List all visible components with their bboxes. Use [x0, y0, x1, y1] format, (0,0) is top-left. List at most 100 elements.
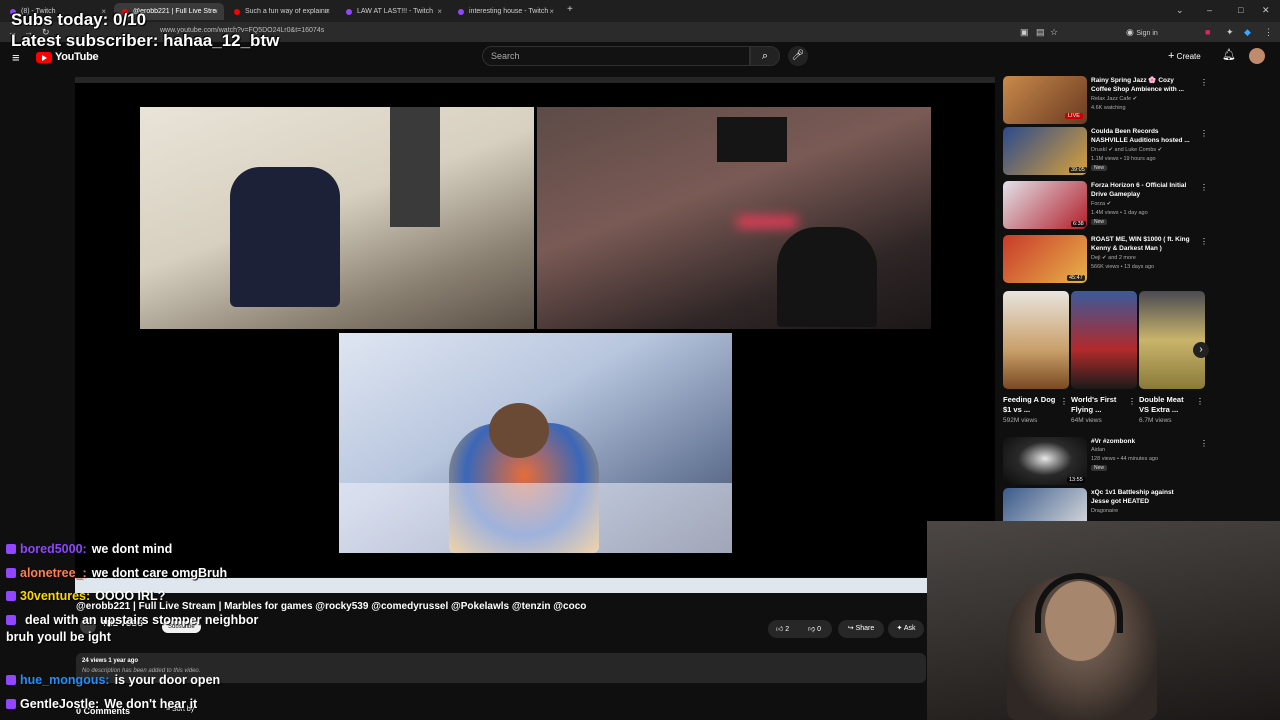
video-title[interactable]: Forza Horizon 6 - Official Initial Drive… — [1091, 181, 1191, 199]
gaming-chair — [777, 227, 877, 327]
chat-badge-icon — [6, 568, 16, 578]
notifications-bell-icon[interactable]: 🔔︎ — [1222, 48, 1236, 61]
menu-icon[interactable]: ≡ — [12, 50, 20, 65]
more-icon[interactable]: ⋮ — [1264, 27, 1273, 38]
chat-text: OOOO IRL? — [95, 589, 166, 603]
more-options-icon[interactable]: ⋮ — [1060, 397, 1068, 406]
recommended-video[interactable]: LIVE Rainy Spring Jazz 🌸 Cozy Coffee Sho… — [1003, 76, 1208, 126]
extension-icon[interactable]: ▤ — [1036, 27, 1045, 38]
more-options-icon[interactable]: ⋮ — [1128, 397, 1136, 406]
channel-name[interactable]: Deji ✔ and 2 more — [1091, 255, 1136, 261]
search-input[interactable]: Search — [482, 46, 750, 66]
stream-camera-living-room — [537, 107, 931, 329]
channel-name[interactable]: Aidan — [1091, 447, 1105, 453]
short-title[interactable]: World's First Flying ... — [1071, 395, 1127, 415]
search-button[interactable]: ⌕ — [750, 46, 780, 66]
more-options-icon[interactable]: ⋮ — [1200, 490, 1203, 499]
more-options-icon[interactable]: ⋮ — [1200, 78, 1208, 87]
close-icon[interactable]: × — [213, 7, 218, 16]
video-duration: 13:55 — [1067, 477, 1085, 483]
youtube-logo[interactable]: YouTube — [36, 51, 99, 63]
thumbs-down-icon: 👎︎ — [808, 626, 816, 633]
maximize-icon[interactable]: □ — [1238, 5, 1243, 15]
recommended-video[interactable]: xQc 1v1 Battleship against Jesse got HEA… — [1003, 488, 1203, 522]
thumbs-up-icon: 👍︎ — [776, 626, 784, 633]
new-badge: New — [1091, 165, 1108, 171]
star-icon[interactable]: ☆ — [1050, 27, 1058, 38]
close-window-icon[interactable]: ✕ — [1262, 5, 1270, 16]
create-button[interactable]: + Create — [1168, 50, 1201, 62]
short-thumbnail[interactable] — [1139, 291, 1205, 389]
share-icon: ↪ — [847, 625, 854, 632]
voice-search-button[interactable]: 🎤︎ — [788, 46, 808, 66]
short-title[interactable]: Feeding A Dog $1 vs ... — [1003, 395, 1059, 415]
twitch-icon — [458, 8, 464, 15]
stream-camera-bedroom — [339, 333, 732, 553]
tab-label: LAW AT LAST!!! - Twitch — [357, 8, 433, 15]
chat-message: 30ventures: OOOO IRL? — [6, 588, 165, 605]
recommended-video[interactable]: 13:55 #Vr #zombonk Aidan 128 views • 44 … — [1003, 437, 1208, 487]
video-player[interactable] — [75, 77, 995, 577]
video-title[interactable]: Coulda Been Records NASHVILLE Auditions … — [1091, 127, 1191, 145]
sparkle-icon: ✦ — [896, 625, 903, 632]
channel-name[interactable]: Dragonaire — [1091, 508, 1118, 514]
chat-text: We don't hear it — [104, 697, 198, 711]
new-badge: New — [1091, 219, 1108, 225]
chat-text: deal with an upstairs stomper neighbor b… — [6, 613, 259, 644]
short-title[interactable]: Double Meat VS Extra ... — [1139, 395, 1195, 415]
person-head — [489, 403, 549, 458]
browser-tab-bar: (8) - Twitch × @erobb221 | Full Live Str… — [0, 0, 1280, 22]
youtube-play-icon — [36, 51, 52, 63]
video-meta: 566K views • 13 days ago — [1091, 264, 1155, 270]
short-thumbnail[interactable] — [1003, 291, 1069, 389]
chevron-down-icon[interactable]: ⌄ — [1176, 5, 1184, 16]
video-stats: 24 views 1 year ago — [82, 658, 139, 664]
minimize-icon[interactable]: – — [1207, 5, 1212, 15]
video-thumbnail[interactable] — [1003, 488, 1087, 522]
extension-icon[interactable]: ◆ — [1244, 27, 1251, 38]
extension-icon[interactable]: ■ — [1205, 27, 1210, 37]
share-button[interactable]: ↪ Share — [838, 620, 884, 638]
browser-tab[interactable]: interesting house - Twitch × — [450, 3, 560, 20]
close-icon[interactable]: × — [437, 7, 442, 16]
more-options-icon[interactable]: ⋮ — [1196, 397, 1204, 406]
channel-name[interactable]: DruskI ✔ and Luke Combs ✔ — [1091, 147, 1162, 153]
streamer-webcam — [927, 521, 1280, 720]
chat-text: we dont care omgBruh — [91, 566, 228, 580]
dislike-button[interactable]: 👎︎ 0 — [808, 624, 821, 633]
channel-name[interactable]: Forza ✔ — [1091, 201, 1111, 207]
new-tab-icon[interactable]: + — [567, 4, 573, 15]
led-glow — [737, 217, 797, 227]
chat-badge-icon — [6, 544, 16, 554]
video-title[interactable]: Rainy Spring Jazz 🌸 Cozy Coffee Shop Amb… — [1091, 76, 1191, 94]
extension-icon[interactable]: ✦ — [1226, 27, 1234, 38]
browser-tab[interactable]: LAW AT LAST!!! - Twitch × — [338, 3, 448, 20]
video-meta: 4.6K watching — [1091, 105, 1126, 111]
channel-name[interactable]: Relax Jazz Cafe ✔ — [1091, 96, 1137, 102]
like-button[interactable]: 👍︎ 2 — [776, 624, 789, 633]
more-options-icon[interactable]: ⋮ — [1200, 183, 1208, 192]
chevron-right-icon[interactable]: › — [1193, 342, 1209, 358]
recommended-video[interactable]: 39:05 Coulda Been Records NASHVILLE Audi… — [1003, 127, 1208, 177]
short-thumbnail[interactable] — [1071, 291, 1137, 389]
recommended-video[interactable]: 6:38 Forza Horizon 6 - Official Initial … — [1003, 181, 1208, 231]
chat-badge-icon — [6, 615, 16, 625]
browser-tab[interactable]: Such a fun way of explaining co × — [226, 3, 336, 20]
video-title[interactable]: ROAST ME, WIN $1000 ( ft. King Kenny & D… — [1091, 235, 1191, 253]
close-icon[interactable]: × — [325, 7, 330, 16]
more-options-icon[interactable]: ⋮ — [1200, 237, 1208, 246]
chat-message: alonetree_: we dont care omgBruh — [6, 565, 227, 582]
more-options-icon[interactable]: ⋮ — [1200, 439, 1208, 448]
recommended-video[interactable]: 45:47 ROAST ME, WIN $1000 ( ft. King Ken… — [1003, 235, 1208, 285]
video-title[interactable]: xQc 1v1 Battleship against Jesse got HEA… — [1091, 488, 1191, 506]
sign-in-button[interactable]: ◉ Sign in — [1126, 27, 1158, 38]
ask-button[interactable]: ✦ Ask — [888, 620, 924, 638]
avatar[interactable] — [1249, 48, 1265, 64]
more-options-icon[interactable]: ⋮ — [1200, 129, 1208, 138]
chat-username: 30ventures: — [20, 589, 91, 603]
extension-icon[interactable]: ▣ — [1020, 27, 1029, 38]
video-title[interactable]: #Vr #zombonk — [1091, 437, 1191, 446]
close-icon[interactable]: × — [549, 7, 554, 16]
youtube-icon — [234, 8, 240, 15]
video-duration: 45:47 — [1067, 275, 1085, 281]
